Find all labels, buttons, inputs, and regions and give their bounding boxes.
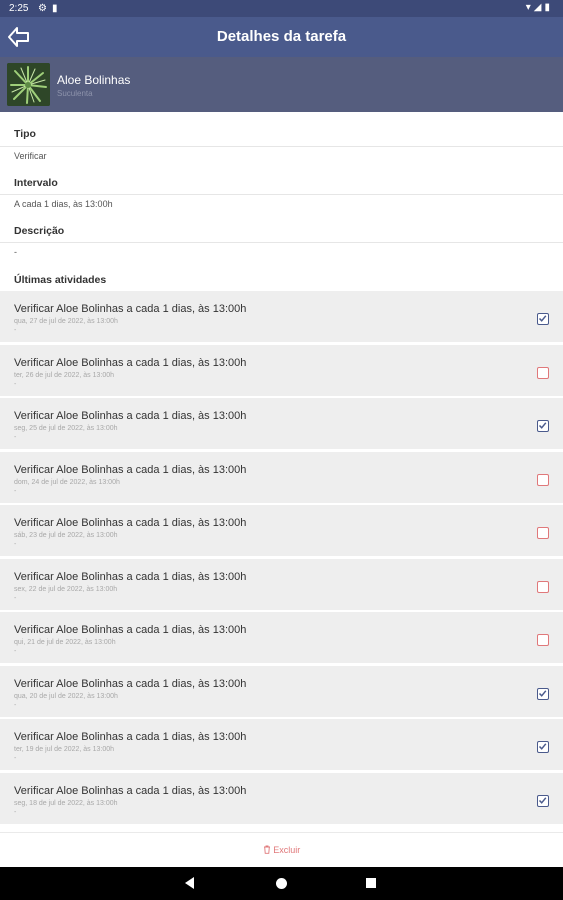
plant-header: Aloe Bolinhas Suculenta bbox=[0, 57, 563, 112]
status-time: 2:25 bbox=[9, 3, 29, 14]
checked-checkbox[interactable] bbox=[537, 794, 549, 807]
checked-checkbox[interactable] bbox=[537, 741, 549, 753]
sd-card-icon: ▮ bbox=[51, 3, 63, 14]
atividades-label: Últimas atividades bbox=[14, 274, 107, 286]
unchecked-checkbox[interactable] bbox=[537, 580, 549, 593]
system-nav-bar bbox=[0, 867, 563, 900]
plant-thumbnail bbox=[7, 63, 50, 106]
status-left-icons: ⚙▮ bbox=[38, 3, 62, 14]
activity-title: Verificar Aloe Bolinhas a cada 1 dias, à… bbox=[14, 303, 247, 315]
activity-title: Verificar Aloe Bolinhas a cada 1 dias, à… bbox=[14, 356, 247, 369]
trash-icon bbox=[263, 845, 274, 855]
list-item[interactable]: Verificar Aloe Bolinhas a cada 1 dias, à… bbox=[0, 719, 563, 770]
activity-title: Verificar Aloe Bolinhas a cada 1 dias, à… bbox=[14, 410, 247, 422]
list-item[interactable]: Verificar Aloe Bolinhas a cada 1 dias, à… bbox=[0, 344, 563, 396]
activity-note: - bbox=[14, 541, 17, 548]
activity-note: - bbox=[14, 808, 17, 816]
battery-icon: ▮ bbox=[544, 2, 553, 13]
list-item[interactable]: Verificar Aloe Bolinhas a cada 1 dias, à… bbox=[0, 558, 563, 610]
activity-date: sex, 22 de jul de 2022, às 13:00h bbox=[14, 585, 118, 593]
activity-title: Verificar Aloe Bolinhas a cada 1 dias, à… bbox=[14, 731, 247, 743]
activity-date: ter, 26 de jul de 2022, às 13:00h bbox=[14, 371, 115, 379]
activity-date: seg, 18 de jul de 2022, às 13:00h bbox=[14, 799, 118, 807]
checked-checkbox[interactable] bbox=[537, 687, 549, 700]
activity-date: qua, 27 de jul de 2022, às 13:00h bbox=[14, 318, 118, 325]
activity-note: - bbox=[14, 327, 17, 334]
activity-date: seg, 25 de jul de 2022, às 13:00h bbox=[14, 425, 118, 432]
intervalo-label: Intervalo bbox=[14, 177, 58, 189]
nav-home-icon[interactable] bbox=[276, 878, 287, 889]
activity-title: Verificar Aloe Bolinhas a cada 1 dias, à… bbox=[14, 624, 247, 636]
nav-recents-icon[interactable] bbox=[366, 878, 376, 888]
delete-label: Excluir bbox=[273, 845, 301, 855]
activity-note: - bbox=[14, 487, 17, 495]
activity-date: qua, 20 de jul de 2022, às 13:00h bbox=[14, 692, 118, 700]
tipo-value: Verificar bbox=[14, 151, 47, 161]
tipo-label: Tipo bbox=[14, 128, 36, 140]
nav-back-icon[interactable] bbox=[185, 877, 194, 889]
activity-note: - bbox=[14, 594, 17, 602]
activities-list: Verificar Aloe Bolinhas a cada 1 dias, à… bbox=[0, 291, 563, 826]
gear-icon: ⚙ bbox=[38, 3, 52, 14]
status-bar: 2:25 ⚙▮ ▾◢▮ bbox=[0, 0, 563, 17]
descricao-label: Descrição bbox=[14, 225, 65, 237]
page-title: Detalhes da tarefa bbox=[216, 28, 347, 45]
list-item[interactable]: Verificar Aloe Bolinhas a cada 1 dias, à… bbox=[0, 505, 563, 556]
descricao-value: - bbox=[14, 247, 17, 257]
activity-title: Verificar Aloe Bolinhas a cada 1 dias, à… bbox=[14, 677, 247, 690]
divider bbox=[0, 194, 563, 195]
unchecked-checkbox[interactable] bbox=[537, 527, 549, 539]
intervalo-value: A cada 1 dias, às 13:00h bbox=[14, 199, 113, 209]
footer: Excluir bbox=[0, 832, 563, 868]
divider bbox=[0, 146, 563, 147]
plant-name: Aloe Bolinhas bbox=[57, 73, 131, 87]
activity-note: - bbox=[14, 380, 17, 388]
list-item[interactable]: Verificar Aloe Bolinhas a cada 1 dias, à… bbox=[0, 612, 563, 663]
activity-date: dom, 24 de jul de 2022, às 13:00h bbox=[14, 478, 120, 486]
plant-type: Suculenta bbox=[57, 89, 93, 98]
list-item[interactable]: Verificar Aloe Bolinhas a cada 1 dias, à… bbox=[0, 451, 563, 503]
activity-note: - bbox=[14, 648, 17, 655]
checked-checkbox[interactable] bbox=[537, 420, 549, 432]
checked-checkbox[interactable] bbox=[537, 313, 549, 325]
unchecked-checkbox[interactable] bbox=[537, 634, 549, 646]
activity-title: Verificar Aloe Bolinhas a cada 1 dias, à… bbox=[14, 463, 247, 476]
activity-date: sáb, 23 de jul de 2022, às 13:00h bbox=[14, 532, 118, 539]
signal-icon: ◢ bbox=[533, 2, 545, 13]
list-item[interactable]: Verificar Aloe Bolinhas a cada 1 dias, à… bbox=[0, 398, 563, 449]
activity-note: - bbox=[14, 755, 17, 762]
list-item[interactable]: Verificar Aloe Bolinhas a cada 1 dias, à… bbox=[0, 291, 563, 342]
activity-title: Verificar Aloe Bolinhas a cada 1 dias, à… bbox=[14, 784, 247, 797]
unchecked-checkbox[interactable] bbox=[537, 473, 549, 486]
list-item[interactable]: Verificar Aloe Bolinhas a cada 1 dias, à… bbox=[0, 665, 563, 717]
list-item[interactable]: Verificar Aloe Bolinhas a cada 1 dias, à… bbox=[0, 772, 563, 824]
divider bbox=[0, 242, 563, 243]
activity-date: ter, 19 de jul de 2022, às 13:00h bbox=[14, 746, 115, 753]
app-bar: Detalhes da tarefa bbox=[0, 17, 563, 57]
activity-note: - bbox=[14, 701, 17, 709]
status-right-icons: ▾◢▮ bbox=[526, 2, 553, 13]
activity-date: qui, 21 de jul de 2022, às 13:00h bbox=[14, 639, 116, 646]
unchecked-checkbox[interactable] bbox=[537, 366, 549, 379]
wifi-icon: ▾ bbox=[525, 2, 534, 13]
activity-title: Verificar Aloe Bolinhas a cada 1 dias, à… bbox=[14, 570, 247, 583]
activity-note: - bbox=[14, 434, 17, 441]
delete-button[interactable]: Excluir bbox=[0, 845, 563, 855]
activity-title: Verificar Aloe Bolinhas a cada 1 dias, à… bbox=[14, 517, 247, 529]
